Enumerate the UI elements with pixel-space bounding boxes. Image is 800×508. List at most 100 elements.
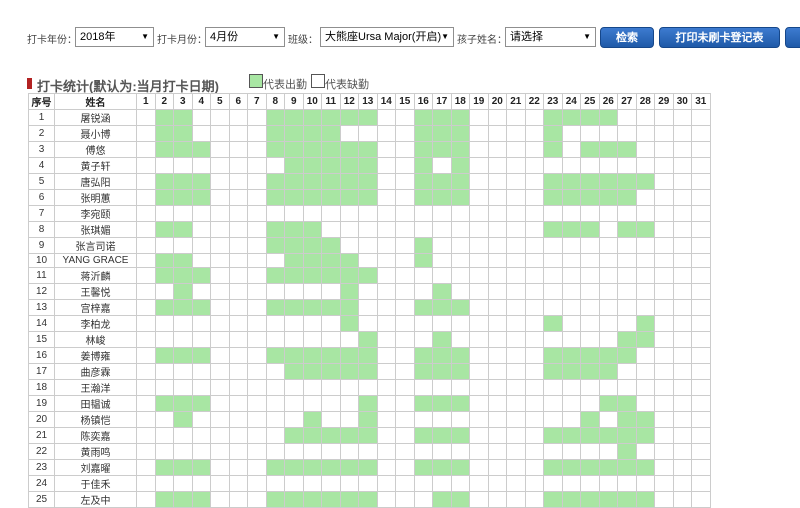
attendance-cell-absent: [173, 443, 193, 460]
attendance-cell-present: [432, 173, 452, 190]
attendance-cell-present: [358, 491, 378, 508]
student-name: 蒋沂麟: [54, 267, 137, 284]
attendance-cell-absent: [654, 315, 674, 332]
class-select[interactable]: 大熊座Ursa Major(开启) ▼: [320, 27, 454, 47]
attendance-cell-absent: [561, 141, 581, 158]
search-button[interactable]: 检索: [600, 27, 654, 48]
attendance-cell-absent: [450, 411, 470, 428]
attendance-cell-absent: [469, 395, 489, 412]
attendance-cell-present: [321, 459, 341, 476]
attendance-cell-absent: [247, 379, 267, 396]
attendance-cell-absent: [191, 125, 211, 142]
attendance-cell-absent: [376, 411, 396, 428]
attendance-cell-absent: [284, 443, 304, 460]
year-label: 打卡年份：: [27, 35, 77, 46]
row-index: 24: [28, 475, 55, 492]
attendance-cell-present: [543, 221, 563, 238]
attendance-cell-absent: [136, 141, 156, 158]
child-select[interactable]: 请选择 ▼: [505, 27, 596, 47]
attendance-cell-absent: [247, 491, 267, 508]
attendance-cell-absent: [524, 331, 544, 348]
attendance-cell-absent: [654, 395, 674, 412]
attendance-cell-absent: [265, 331, 285, 348]
attendance-cell-present: [358, 395, 378, 412]
attendance-cell-absent: [228, 395, 248, 412]
extra-button[interactable]: [785, 27, 800, 48]
attendance-cell-absent: [136, 475, 156, 492]
attendance-cell-absent: [487, 125, 507, 142]
attendance-cell-absent: [543, 237, 563, 254]
attendance-cell-absent: [654, 331, 674, 348]
table-row: 13 宫梓嘉: [28, 299, 711, 316]
col-header-day: 31: [691, 93, 711, 110]
attendance-cell-absent: [469, 443, 489, 460]
attendance-cell-present: [265, 299, 285, 316]
table-row: 5 唐弘阳: [28, 173, 711, 190]
attendance-cell-absent: [302, 283, 322, 300]
row-index: 6: [28, 189, 55, 206]
attendance-cell-absent: [524, 491, 544, 508]
attendance-cell-absent: [228, 267, 248, 284]
attendance-cell-absent: [672, 173, 692, 190]
attendance-cell-absent: [154, 443, 174, 460]
attendance-cell-present: [265, 237, 285, 254]
attendance-cell-absent: [524, 283, 544, 300]
attendance-cell-present: [284, 491, 304, 508]
attendance-cell-absent: [598, 475, 618, 492]
attendance-cell-absent: [210, 267, 230, 284]
col-header-day: 19: [469, 93, 489, 110]
attendance-cell-absent: [228, 411, 248, 428]
attendance-cell-present: [561, 363, 581, 380]
attendance-cell-present: [543, 173, 563, 190]
attendance-cell-absent: [302, 205, 322, 222]
attendance-cell-absent: [265, 205, 285, 222]
year-select[interactable]: 2018年 ▼: [75, 27, 154, 47]
attendance-cell-absent: [487, 237, 507, 254]
attendance-cell-present: [191, 173, 211, 190]
attendance-cell-absent: [432, 221, 452, 238]
attendance-cell-present: [358, 427, 378, 444]
attendance-cell-present: [358, 267, 378, 284]
attendance-cell-absent: [487, 253, 507, 268]
attendance-cell-present: [450, 363, 470, 380]
attendance-cell-present: [413, 189, 433, 206]
student-name: 曲彦霖: [54, 363, 137, 380]
col-header-day: 20: [487, 93, 507, 110]
attendance-cell-absent: [136, 411, 156, 428]
table-row: 22 黄雨鸣: [28, 443, 711, 460]
attendance-cell-absent: [339, 331, 359, 348]
attendance-cell-absent: [598, 315, 618, 332]
student-name: 林峻: [54, 331, 137, 348]
attendance-cell-absent: [487, 395, 507, 412]
attendance-cell-absent: [635, 379, 655, 396]
attendance-cell-absent: [598, 299, 618, 316]
attendance-cell-absent: [506, 443, 526, 460]
attendance-cell-absent: [265, 443, 285, 460]
attendance-cell-absent: [191, 205, 211, 222]
table-row: 8 张琪媚: [28, 221, 711, 238]
month-select[interactable]: 4月份 ▼: [205, 27, 285, 47]
attendance-cell-absent: [598, 379, 618, 396]
attendance-cell-absent: [265, 379, 285, 396]
attendance-cell-absent: [580, 475, 600, 492]
attendance-cell-absent: [580, 253, 600, 268]
attendance-cell-absent: [580, 379, 600, 396]
attendance-cell-absent: [506, 315, 526, 332]
col-header-day: 3: [173, 93, 193, 110]
attendance-cell-absent: [376, 379, 396, 396]
attendance-cell-absent: [136, 347, 156, 364]
attendance-cell-present: [580, 347, 600, 364]
attendance-cell-absent: [691, 267, 711, 284]
col-header-day: 27: [617, 93, 637, 110]
attendance-cell-absent: [524, 363, 544, 380]
print-unswiped-button[interactable]: 打印未刷卡登记表: [659, 27, 780, 48]
attendance-cell-absent: [210, 109, 230, 126]
attendance-cell-absent: [358, 125, 378, 142]
attendance-cell-present: [598, 459, 618, 476]
attendance-cell-absent: [395, 221, 415, 238]
table-row: 19 田韫诚: [28, 395, 711, 412]
attendance-cell-present: [284, 347, 304, 364]
attendance-cell-absent: [247, 157, 267, 174]
table-row: 9 张言司诺: [28, 237, 711, 254]
attendance-cell-absent: [617, 267, 637, 284]
